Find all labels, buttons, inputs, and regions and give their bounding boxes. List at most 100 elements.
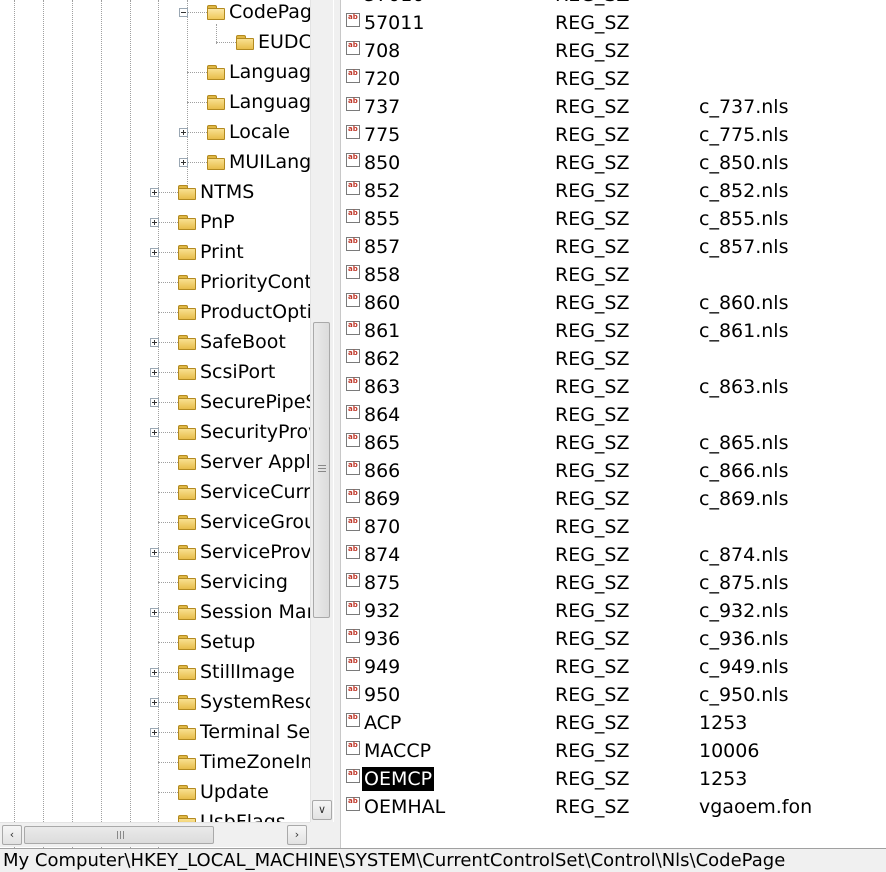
tree-node[interactable]: ServiceProvi <box>178 537 317 567</box>
scroll-right-button[interactable]: › <box>287 825 307 845</box>
value-data: c_932.nls <box>699 600 789 622</box>
value-type: REG_SZ <box>555 404 630 426</box>
tree-node[interactable]: EUDC <box>236 27 312 57</box>
expand-icon[interactable] <box>179 158 188 167</box>
expand-icon[interactable] <box>150 368 159 377</box>
value-row[interactable]: ab 875 REG_SZ c_875.nls <box>341 570 886 598</box>
value-row[interactable]: ab 874 REG_SZ c_874.nls <box>341 542 886 570</box>
tree-branch-line <box>187 102 207 103</box>
tree-node[interactable]: ProductOpti <box>178 297 312 327</box>
expand-icon[interactable] <box>150 668 159 677</box>
value-row[interactable]: ab OEMCP REG_SZ 1253 <box>341 766 886 794</box>
tree-node-label: Terminal Se <box>200 721 311 743</box>
tree-node[interactable]: SecurePipeS <box>178 387 317 417</box>
tree-guide-line <box>158 0 159 848</box>
value-row[interactable]: ab 855 REG_SZ c_855.nls <box>341 206 886 234</box>
tree-node[interactable]: Terminal Se <box>178 717 310 747</box>
tree-node-label: MUILang <box>229 151 312 173</box>
value-row[interactable]: ab 861 REG_SZ c_861.nls <box>341 318 886 346</box>
pane-splitter[interactable] <box>334 0 341 848</box>
tree-node[interactable]: Server Appli <box>178 447 316 477</box>
tree-node[interactable]: CodePag <box>207 0 312 27</box>
folder-icon <box>178 335 196 350</box>
value-row[interactable]: ab57010REG_SZ <box>341 0 886 10</box>
tree-node[interactable]: ServiceCurre <box>178 477 322 507</box>
value-row[interactable]: ab 857 REG_SZ c_857.nls <box>341 234 886 262</box>
expand-icon[interactable] <box>150 548 159 557</box>
tree-node[interactable]: SafeBoot <box>178 327 286 357</box>
expand-icon[interactable] <box>150 428 159 437</box>
tree-node[interactable]: Language <box>207 87 323 117</box>
tree-node[interactable]: SystemReso <box>178 687 316 717</box>
tree-node[interactable]: StillImage <box>178 657 295 687</box>
value-type: REG_SZ <box>555 516 630 538</box>
value-row[interactable]: ab 864 REG_SZ <box>341 402 886 430</box>
status-bar: My Computer\HKEY_LOCAL_MACHINE\SYSTEM\Cu… <box>0 848 886 872</box>
value-row[interactable]: ab 720 REG_SZ <box>341 66 886 94</box>
tree-node[interactable]: SecurityProv <box>178 417 319 447</box>
value-data: c_865.nls <box>699 432 789 454</box>
value-type: REG_SZ <box>555 460 630 482</box>
tree-vertical-scrollbar[interactable]: ▲ ∨ <box>310 0 333 822</box>
registry-tree[interactable]: CodePag EUDC Language Language Locale MUILang… <box>0 0 334 848</box>
tree-node[interactable]: Locale <box>207 117 290 147</box>
tree-node[interactable]: MUILang <box>207 147 311 177</box>
tree-horizontal-scrollbar[interactable]: ‹ › <box>0 822 310 847</box>
value-row[interactable]: ab 737 REG_SZ c_737.nls <box>341 94 886 122</box>
value-row[interactable]: ab 708 REG_SZ <box>341 38 886 66</box>
tree-node[interactable]: NTMS <box>178 177 254 207</box>
tree-node[interactable]: PnP <box>178 207 235 237</box>
value-row[interactable]: ab 57011 REG_SZ <box>341 10 886 38</box>
value-row[interactable]: ab 860 REG_SZ c_860.nls <box>341 290 886 318</box>
values-list[interactable]: ab57010REG_SZab57011REG_SZab708REG_SZab7… <box>341 0 886 848</box>
value-row[interactable]: ab MACCP REG_SZ 10006 <box>341 738 886 766</box>
tree-node[interactable]: Language <box>207 57 323 87</box>
scroll-down-button[interactable]: ∨ <box>312 800 332 820</box>
value-row[interactable]: ab 863 REG_SZ c_863.nls <box>341 374 886 402</box>
expand-icon[interactable] <box>150 398 159 407</box>
collapse-icon[interactable] <box>179 8 188 17</box>
value-row[interactable]: ab 869 REG_SZ c_869.nls <box>341 486 886 514</box>
value-row[interactable]: ab ACP REG_SZ 1253 <box>341 710 886 738</box>
value-row[interactable]: ab 852 REG_SZ c_852.nls <box>341 178 886 206</box>
expand-icon[interactable] <box>150 248 159 257</box>
expand-icon[interactable] <box>150 338 159 347</box>
value-row[interactable]: ab 936 REG_SZ c_936.nls <box>341 626 886 654</box>
tree-branch-line <box>158 762 178 763</box>
tree-node[interactable]: Servicing <box>178 567 288 597</box>
value-data: c_866.nls <box>699 460 789 482</box>
value-row[interactable]: ab 858 REG_SZ <box>341 262 886 290</box>
tree-node[interactable]: TimeZoneIn <box>178 747 313 777</box>
value-row[interactable]: ab 862 REG_SZ <box>341 346 886 374</box>
value-row[interactable]: ab OEMHAL REG_SZ vgaoem.fon <box>341 794 886 822</box>
value-data: c_775.nls <box>699 124 789 146</box>
open-folder-icon <box>207 5 225 20</box>
value-name: OEMCP <box>362 767 435 791</box>
tree-node[interactable]: ServiceGrou <box>178 507 316 537</box>
expand-icon[interactable] <box>150 608 159 617</box>
vertical-scroll-thumb[interactable] <box>313 322 330 618</box>
value-name: 874 <box>364 544 401 566</box>
tree-node[interactable]: Update <box>178 777 269 807</box>
value-row[interactable]: ab 932 REG_SZ c_932.nls <box>341 598 886 626</box>
horizontal-scroll-thumb[interactable] <box>24 826 214 844</box>
value-row[interactable]: ab 950 REG_SZ c_950.nls <box>341 682 886 710</box>
tree-node[interactable]: ScsiPort <box>178 357 275 387</box>
tree-node[interactable]: PriorityCont <box>178 267 312 297</box>
expand-icon[interactable] <box>150 728 159 737</box>
value-type: REG_SZ <box>555 96 630 118</box>
scroll-left-button[interactable]: ‹ <box>2 825 22 845</box>
value-row[interactable]: ab 870 REG_SZ <box>341 514 886 542</box>
expand-icon[interactable] <box>179 128 188 137</box>
expand-icon[interactable] <box>150 218 159 227</box>
expand-icon[interactable] <box>150 698 159 707</box>
value-row[interactable]: ab 775 REG_SZ c_775.nls <box>341 122 886 150</box>
tree-node[interactable]: Setup <box>178 627 255 657</box>
expand-icon[interactable] <box>150 188 159 197</box>
tree-node[interactable]: Print <box>178 237 244 267</box>
value-row[interactable]: ab 865 REG_SZ c_865.nls <box>341 430 886 458</box>
value-row[interactable]: ab 949 REG_SZ c_949.nls <box>341 654 886 682</box>
value-row[interactable]: ab 850 REG_SZ c_850.nls <box>341 150 886 178</box>
tree-node[interactable]: Session Mar <box>178 597 314 627</box>
value-row[interactable]: ab 866 REG_SZ c_866.nls <box>341 458 886 486</box>
